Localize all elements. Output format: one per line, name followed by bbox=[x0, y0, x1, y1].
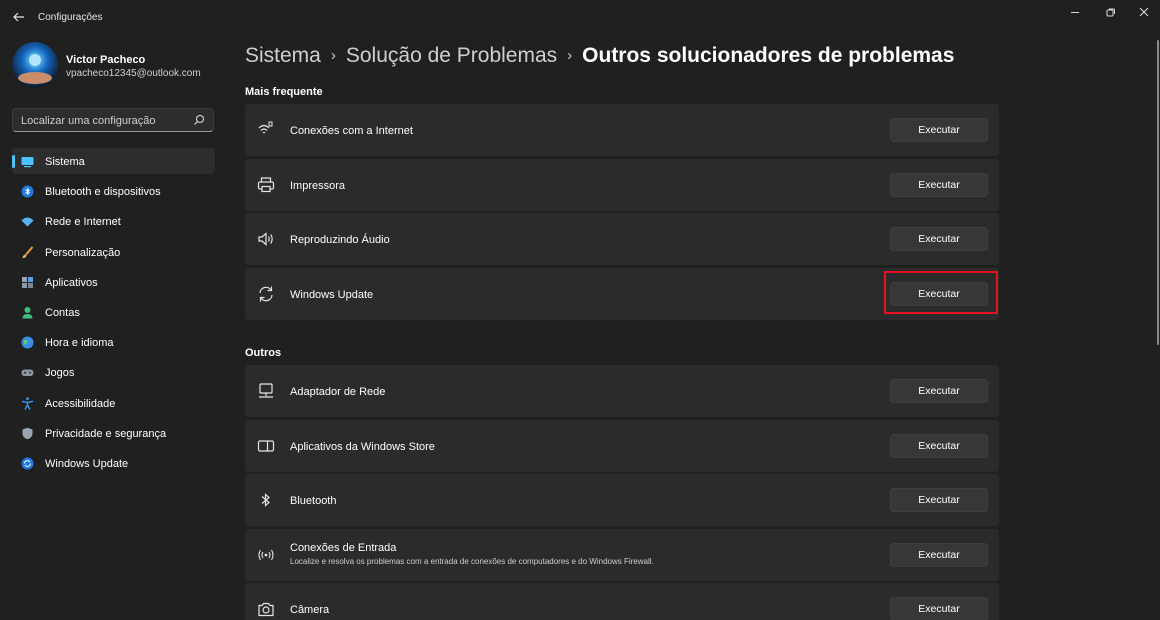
sidebar-item-hora-idioma[interactable]: Hora e idioma bbox=[12, 329, 215, 355]
network-adapter-icon bbox=[259, 383, 273, 398]
run-button[interactable]: Executar bbox=[890, 173, 988, 197]
breadcrumb-solucao-problemas[interactable]: Solução de Problemas bbox=[346, 44, 557, 67]
sidebar-item-bluetooth[interactable]: Bluetooth e dispositivos bbox=[12, 178, 215, 204]
close-icon[interactable] bbox=[1133, 4, 1155, 20]
breadcrumb-sistema[interactable]: Sistema bbox=[245, 44, 321, 67]
sidebar-item-label: Contas bbox=[45, 306, 80, 319]
user-name: Victor Pacheco bbox=[66, 54, 146, 66]
speaker-icon bbox=[258, 232, 273, 246]
run-button[interactable]: Executar bbox=[890, 543, 988, 567]
sidebar-item-label: Acessibilidade bbox=[45, 397, 116, 410]
sidebar-item-aplicativos[interactable]: Aplicativos bbox=[12, 269, 215, 295]
troubleshooter-incoming-connections: Conexões de Entrada Localize e resolva o… bbox=[245, 529, 999, 581]
troubleshooter-title: Bluetooth bbox=[290, 495, 337, 507]
troubleshooter-title: Conexões de Entrada bbox=[290, 542, 397, 554]
troubleshooter-title: Adaptador de Rede bbox=[290, 386, 386, 398]
section-title-others: Outros bbox=[245, 347, 282, 359]
sidebar-nav: Sistema Bluetooth e dispositivos Rede e … bbox=[12, 148, 215, 480]
sidebar-item-rede[interactable]: Rede e Internet bbox=[12, 208, 215, 234]
troubleshooter-camera: Câmera Executar bbox=[245, 583, 999, 620]
wifi-icon bbox=[21, 217, 34, 227]
troubleshooter-title: Impressora bbox=[290, 180, 346, 192]
internet-icon bbox=[258, 121, 273, 134]
search-icon[interactable] bbox=[193, 114, 205, 126]
sidebar-item-windows-update[interactable]: Windows Update bbox=[12, 450, 215, 476]
apps-icon bbox=[22, 276, 33, 288]
sidebar-item-label: Windows Update bbox=[45, 457, 129, 470]
chevron-right-icon: › bbox=[330, 47, 336, 64]
troubleshooter-description: Localize e resolva os problemas com a en… bbox=[290, 557, 654, 566]
search-box[interactable] bbox=[12, 108, 214, 132]
run-button[interactable]: Executar bbox=[890, 597, 988, 620]
sidebar-item-sistema[interactable]: Sistema bbox=[12, 148, 215, 174]
refresh-icon bbox=[259, 286, 273, 302]
shield-icon bbox=[22, 427, 33, 439]
run-button[interactable]: Executar bbox=[890, 118, 988, 142]
store-apps-icon bbox=[257, 440, 275, 452]
system-icon bbox=[21, 157, 34, 168]
troubleshooter-audio: Reproduzindo Áudio Executar bbox=[245, 213, 999, 265]
highlight-box bbox=[884, 271, 998, 314]
incoming-connection-icon bbox=[258, 549, 274, 561]
sidebar-item-acessibilidade[interactable]: Acessibilidade bbox=[12, 390, 215, 416]
troubleshooter-title: Aplicativos da Windows Store bbox=[290, 441, 435, 453]
printer-icon bbox=[257, 177, 275, 193]
sidebar-item-label: Sistema bbox=[45, 156, 85, 168]
sidebar-item-privacidade[interactable]: Privacidade e segurança bbox=[12, 420, 215, 446]
camera-icon bbox=[258, 602, 274, 617]
search-input[interactable] bbox=[21, 113, 191, 129]
troubleshooter-title: Reproduzindo Áudio bbox=[290, 234, 390, 246]
globe-icon bbox=[21, 336, 34, 349]
sidebar-item-contas[interactable]: Contas bbox=[12, 299, 215, 325]
troubleshooter-printer: Impressora Executar bbox=[245, 159, 999, 211]
sidebar-item-label: Rede e Internet bbox=[45, 216, 121, 229]
sidebar-item-label: Bluetooth e dispositivos bbox=[45, 186, 161, 199]
sidebar-item-label: Privacidade e segurança bbox=[45, 427, 167, 440]
page-title: Outros solucionadores de problemas bbox=[582, 44, 955, 67]
gamepad-icon bbox=[21, 369, 34, 377]
scrollbar[interactable] bbox=[1157, 40, 1159, 345]
account-icon bbox=[22, 306, 33, 319]
run-button[interactable]: Executar bbox=[890, 227, 988, 251]
sidebar-item-label: Jogos bbox=[45, 367, 75, 380]
sidebar-item-label: Personalização bbox=[45, 246, 121, 259]
breadcrumb: Sistema › Solução de Problemas › Outros solu… bbox=[245, 44, 954, 68]
windows-update-icon bbox=[21, 457, 34, 470]
sidebar-item-jogos[interactable]: Jogos bbox=[12, 359, 215, 385]
brush-icon bbox=[22, 245, 34, 258]
minimize-icon[interactable] bbox=[1064, 4, 1086, 20]
troubleshooter-internet: Conexões com a Internet Executar bbox=[245, 104, 999, 156]
troubleshooter-title: Conexões com a Internet bbox=[290, 125, 413, 137]
troubleshooter-network-adapter: Adaptador de Rede Executar bbox=[245, 365, 999, 417]
run-button[interactable]: Executar bbox=[890, 488, 988, 512]
bluetooth-icon bbox=[21, 185, 34, 198]
restore-icon[interactable] bbox=[1099, 4, 1121, 20]
sidebar-item-personalizacao[interactable]: Personalização bbox=[12, 239, 215, 265]
troubleshooter-title: Câmera bbox=[290, 604, 330, 616]
title-bar: Configurações bbox=[0, 0, 1160, 36]
avatar[interactable] bbox=[12, 42, 58, 88]
sidebar-item-label: Aplicativos bbox=[45, 276, 98, 289]
app-title: Configurações bbox=[38, 12, 103, 23]
accessibility-icon bbox=[21, 396, 34, 410]
sidebar-item-label: Hora e idioma bbox=[45, 337, 114, 350]
troubleshooter-store-apps: Aplicativos da Windows Store Executar bbox=[245, 420, 999, 472]
back-arrow-icon[interactable] bbox=[12, 10, 26, 24]
user-email: vpacheco12345@outlook.com bbox=[66, 68, 201, 79]
bluetooth-icon bbox=[261, 493, 270, 507]
section-title-frequent: Mais frequente bbox=[245, 86, 323, 98]
chevron-right-icon: › bbox=[567, 47, 573, 64]
troubleshooter-title: Windows Update bbox=[290, 289, 374, 301]
run-button[interactable]: Executar bbox=[890, 379, 988, 403]
run-button[interactable]: Executar bbox=[890, 434, 988, 458]
troubleshooter-bluetooth: Bluetooth Executar bbox=[245, 474, 999, 526]
